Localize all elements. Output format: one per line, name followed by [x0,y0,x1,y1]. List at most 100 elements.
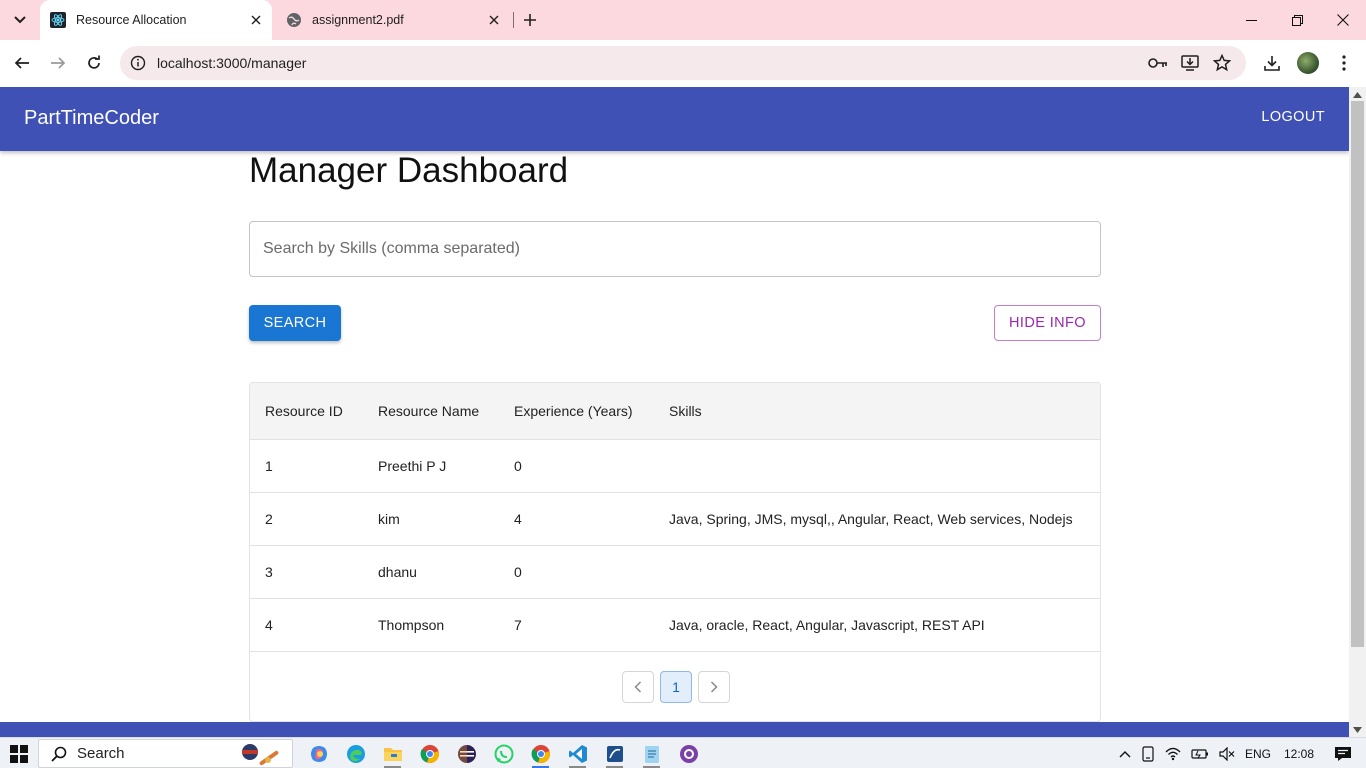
taskbar-search-box[interactable]: Search [38,739,293,768]
network-button[interactable] [1160,738,1186,768]
copilot-icon [310,745,327,762]
skills-search-input[interactable] [249,221,1101,277]
password-key-icon[interactable] [1147,53,1169,73]
scrollbar-thumb[interactable] [1351,101,1364,647]
cell-resource-name: dhanu [378,563,417,580]
resources-table-card: Resource ID Resource Name Experience (Ye… [249,382,1101,722]
notepad-app[interactable] [633,738,670,768]
cell-skills [654,545,1100,598]
install-app-icon[interactable] [1179,53,1201,73]
page-scrollbar[interactable] [1349,87,1366,737]
battery-button[interactable] [1186,738,1214,768]
minimize-button[interactable] [1228,0,1274,40]
close-icon[interactable] [246,10,266,30]
search-icon [51,746,67,762]
search-button[interactable]: SEARCH [249,305,341,341]
back-button[interactable] [7,48,37,78]
forward-button[interactable] [43,48,73,78]
browser-tab-strip: Resource Allocation assignment2.pdf [0,0,1366,40]
volume-button[interactable] [1214,738,1240,768]
taskbar: Search ENG 12:08 [0,737,1366,768]
chrome-app[interactable] [411,738,448,768]
notepad-icon [644,745,659,763]
bookmark-star-icon[interactable] [1211,53,1233,73]
cell-resource-name: kim [378,510,400,527]
close-window-button[interactable] [1320,0,1366,40]
tray-device-button[interactable] [1136,738,1160,768]
windows-logo-icon [20,745,28,753]
notifications-button[interactable] [1328,738,1366,768]
file-explorer-app[interactable] [374,738,411,768]
vscode-app[interactable] [559,738,596,768]
page-number-button[interactable]: 1 [660,671,692,703]
wifi-icon [1165,747,1181,760]
chrome-active-app[interactable] [522,738,559,768]
close-icon [1337,14,1349,26]
resources-table: Resource ID Resource Name Experience (Ye… [250,383,1100,652]
close-icon[interactable] [484,10,504,30]
cell-resource-name: Preethi P J [378,457,447,474]
table-row: 2 kim 4 Java, Spring, JMS, mysql,, Angul… [250,492,1100,545]
cell-resource-name: Thompson [378,616,445,633]
cell-skills [654,439,1100,492]
plus-icon [524,14,536,26]
logout-button[interactable]: LOGOUT [1261,109,1325,125]
restore-button[interactable] [1274,0,1320,40]
eclipse-app[interactable] [448,738,485,768]
taskbar-search-label: Search [77,745,125,762]
browser-toolbar: localhost:3000/manager [0,40,1366,86]
system-tray: ENG 12:08 [1114,738,1366,768]
language-indicator[interactable]: ENG [1240,738,1276,768]
cell-skills: Java, oracle, React, Angular, Javascript… [669,616,985,633]
column-header-resource-id: Resource ID [265,402,343,419]
edge-app[interactable] [337,738,374,768]
chevron-down-icon [14,16,26,24]
scroll-down-arrow-icon[interactable] [1352,725,1363,735]
globe-favicon-icon [286,12,302,28]
vscode-icon [568,744,587,763]
search-highlight-art-icon [242,744,279,766]
column-header-experience: Experience (Years) [514,402,633,419]
tab-title: assignment2.pdf [312,13,404,27]
cell-resource-id: 2 [265,510,273,527]
hide-info-button[interactable]: HIDE INFO [994,305,1101,341]
page-viewport: PartTimeCoder LOGOUT Manager Dashboard S… [0,87,1349,737]
profile-button[interactable] [1293,48,1323,78]
cell-experience: 0 [514,457,522,474]
table-header-row: Resource ID Resource Name Experience (Ye… [250,383,1100,439]
page-footer [0,722,1349,737]
new-tab-button[interactable] [518,8,542,32]
downloads-button[interactable] [1257,48,1287,78]
table-row: 1 Preethi P J 0 [250,439,1100,492]
minimize-icon [1245,19,1257,21]
next-page-button[interactable] [698,671,730,703]
clock[interactable]: 12:08 [1276,738,1328,768]
window-controls [1228,0,1366,40]
app-bar: PartTimeCoder LOGOUT [0,87,1349,151]
whatsapp-icon [494,744,513,763]
sql-app[interactable] [596,738,633,768]
show-hidden-icons-button[interactable] [1114,738,1136,768]
previous-page-button[interactable] [622,671,654,703]
arrow-right-icon [51,57,66,69]
battery-icon [1191,748,1208,759]
github-desktop-icon [679,744,698,763]
site-info-icon[interactable] [128,53,148,73]
tab-search-button[interactable] [6,6,34,34]
table-row: 3 dhanu 0 [250,545,1100,598]
copilot-app[interactable] [300,738,337,768]
column-header-resource-name: Resource Name [378,402,480,419]
scroll-up-arrow-icon[interactable] [1352,90,1363,100]
cell-experience: 4 [514,510,522,527]
taskbar-pinned-apps [300,738,707,768]
browser-menu-button[interactable] [1329,48,1359,78]
windows-start-button[interactable] [10,745,28,763]
tab-title: Resource Allocation [76,13,187,27]
github-desktop-app[interactable] [670,738,707,768]
address-bar[interactable]: localhost:3000/manager [120,46,1246,80]
reload-button[interactable] [79,48,109,78]
tab-assignment-pdf[interactable]: assignment2.pdf [276,0,510,40]
tab-resource-allocation[interactable]: Resource Allocation [40,0,272,40]
cell-experience: 7 [514,616,522,633]
whatsapp-app[interactable] [485,738,522,768]
